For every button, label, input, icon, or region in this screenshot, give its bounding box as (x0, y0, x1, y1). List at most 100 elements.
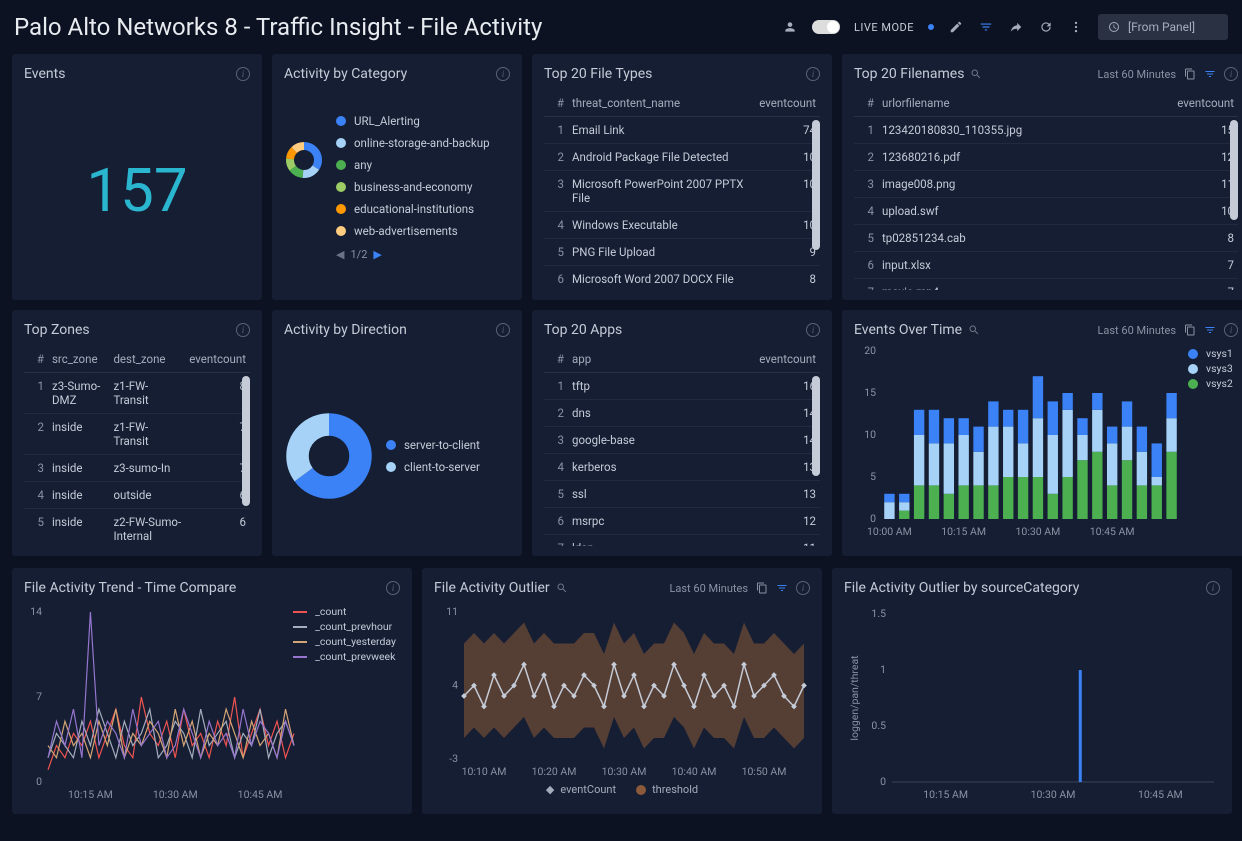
user-icon[interactable] (782, 19, 798, 35)
svg-text:14: 14 (30, 605, 42, 618)
legend-item[interactable]: web-advertisements (336, 220, 490, 242)
svg-text:loggen/pan/threat: loggen/pan/threat (848, 655, 861, 741)
edit-icon[interactable] (948, 19, 964, 35)
table-row[interactable]: 4insideoutside6 (24, 482, 250, 509)
legend-item[interactable]: business-and-economy (336, 176, 490, 198)
table-row[interactable]: 7ldap11 (544, 535, 820, 547)
filter-icon[interactable] (776, 582, 788, 594)
panel-title-events-time: Events Over Time (854, 322, 1097, 338)
refresh-icon[interactable] (1038, 19, 1054, 35)
legend-file-trend: _count_count_prevhour_count_yesterday_co… (293, 604, 396, 664)
svg-text:1.5: 1.5 (871, 607, 886, 620)
legend-item[interactable]: client-to-server (386, 456, 480, 478)
legend-item[interactable]: _count_prevhour (293, 619, 396, 634)
info-icon[interactable]: i (1224, 323, 1238, 337)
more-icon[interactable] (1068, 19, 1084, 35)
table-row[interactable]: 6input.xlsx7 (854, 252, 1238, 279)
legend-item[interactable]: vsys2 (1188, 376, 1238, 391)
svg-text:5: 5 (870, 470, 876, 483)
panel-activity-category: Activity by Category i URL_Alertingonlin… (272, 54, 522, 300)
info-icon[interactable]: i (496, 67, 510, 81)
svg-text:1: 1 (880, 663, 886, 676)
table-row[interactable]: 2123680216.pdf12 (854, 144, 1238, 171)
table-row[interactable]: 3google-base14 (544, 427, 820, 454)
table-row[interactable]: 3image008.png11 (854, 171, 1238, 198)
svg-text:0: 0 (870, 512, 876, 525)
info-icon[interactable]: i (386, 581, 400, 595)
legend-item[interactable]: any (336, 154, 490, 176)
info-icon[interactable]: i (236, 67, 250, 81)
panel-events-over-time: Events Over Time Last 60 Minutes i 05101… (842, 310, 1242, 556)
legend-item[interactable]: URL_Alerting (336, 110, 490, 132)
filter-icon[interactable] (1204, 324, 1216, 336)
legend-item[interactable]: educational-institutions (336, 198, 490, 220)
live-indicator-dot (928, 24, 934, 30)
svg-text:0: 0 (880, 775, 886, 788)
panel-title-file-trend: File Activity Trend - Time Compare (24, 580, 386, 596)
pager[interactable]: ◀1/2▶ (336, 248, 490, 261)
legend-item[interactable]: online-storage-and-backup (336, 132, 490, 154)
table-row[interactable]: 5ssl13 (544, 481, 820, 508)
search-icon[interactable] (970, 68, 982, 80)
legend-item[interactable]: _count_yesterday (293, 634, 396, 649)
copy-icon[interactable] (756, 582, 768, 594)
table-row[interactable]: 4kerberos13 (544, 454, 820, 481)
table-row[interactable]: 2insidez1-FW-Transit7 (24, 414, 250, 455)
info-icon[interactable]: i (806, 67, 820, 81)
svg-text:10:15 AM: 10:15 AM (923, 788, 968, 801)
table-row[interactable]: 1Email Link74 (544, 117, 820, 144)
table-row[interactable]: 6msrpc12 (544, 508, 820, 535)
svg-text:10:45 AM: 10:45 AM (1138, 788, 1183, 801)
scrollbar[interactable] (1230, 120, 1238, 220)
scrollbar[interactable] (812, 376, 820, 476)
svg-text:10:30 AM: 10:30 AM (153, 788, 198, 801)
copy-icon[interactable] (1184, 324, 1196, 336)
info-icon[interactable]: i (796, 581, 810, 595)
legend-direction: server-to-clientclient-to-server (386, 434, 480, 478)
panel-title-apps: Top 20 Apps (544, 322, 806, 338)
table-row[interactable]: 3Microsoft PowerPoint 2007 PPTX File10 (544, 171, 820, 212)
table-row[interactable]: 2dns14 (544, 400, 820, 427)
table-row[interactable]: 4upload.swf10 (854, 198, 1238, 225)
panel-file-outlier: File Activity Outlier Last 60 Minutes i … (422, 568, 822, 814)
scrollbar[interactable] (812, 120, 820, 250)
svg-text:10: 10 (864, 428, 876, 441)
dashboard-header: Palo Alto Networks 8 - Traffic Insight -… (0, 0, 1242, 54)
legend-item[interactable]: _count_prevweek (293, 649, 396, 664)
table-filenames: # urlorfilename eventcount 1123420180830… (854, 90, 1238, 290)
table-row[interactable]: 5insidez2-FW-Sumo-Internal6 (24, 509, 250, 547)
donut-chart-category (284, 140, 324, 180)
info-icon[interactable]: i (236, 323, 250, 337)
legend-item[interactable]: vsys1 (1188, 346, 1238, 361)
copy-icon[interactable] (1184, 68, 1196, 80)
filter-icon[interactable] (1204, 68, 1216, 80)
legend-item[interactable]: server-to-client (386, 434, 480, 456)
info-icon[interactable]: i (1224, 67, 1238, 81)
table-row[interactable]: 5tp02851234.cab8 (854, 225, 1238, 252)
legend-item[interactable]: _count (293, 604, 396, 619)
legend-item[interactable]: vsys3 (1188, 361, 1238, 376)
share-icon[interactable] (1008, 19, 1024, 35)
search-icon[interactable] (556, 582, 568, 594)
table-row[interactable]: 6Microsoft Word 2007 DOCX File8 (544, 266, 820, 291)
search-icon[interactable] (968, 324, 980, 336)
info-icon[interactable]: i (496, 323, 510, 337)
table-row[interactable]: 1z3-Sumo-DMZz1-FW-Transit8 (24, 373, 250, 414)
table-row[interactable]: 1tftp16 (544, 373, 820, 400)
table-row[interactable]: 4Windows Executable10 (544, 212, 820, 239)
panel-title-events: Events (24, 66, 236, 82)
table-row[interactable]: 3insidez3-sumo-In7 (24, 455, 250, 482)
filter-icon[interactable] (978, 19, 994, 35)
scrollbar[interactable] (242, 376, 250, 506)
table-row[interactable]: 7movie.mp47 (854, 279, 1238, 291)
svg-text:10:10 AM: 10:10 AM (462, 765, 507, 778)
info-icon[interactable]: i (1206, 581, 1220, 595)
panel-title-activity-category: Activity by Category (284, 66, 496, 82)
live-mode-toggle[interactable] (812, 20, 840, 34)
table-row[interactable]: 2Android Package File Detected10 (544, 144, 820, 171)
info-icon[interactable]: i (806, 323, 820, 337)
legend-events-time: vsys1vsys3vsys2 (1188, 346, 1238, 546)
table-row[interactable]: 1123420180830_110355.jpg15 (854, 117, 1238, 144)
time-range-selector[interactable]: [From Panel] (1098, 14, 1228, 40)
table-row[interactable]: 5PNG File Upload9 (544, 239, 820, 266)
